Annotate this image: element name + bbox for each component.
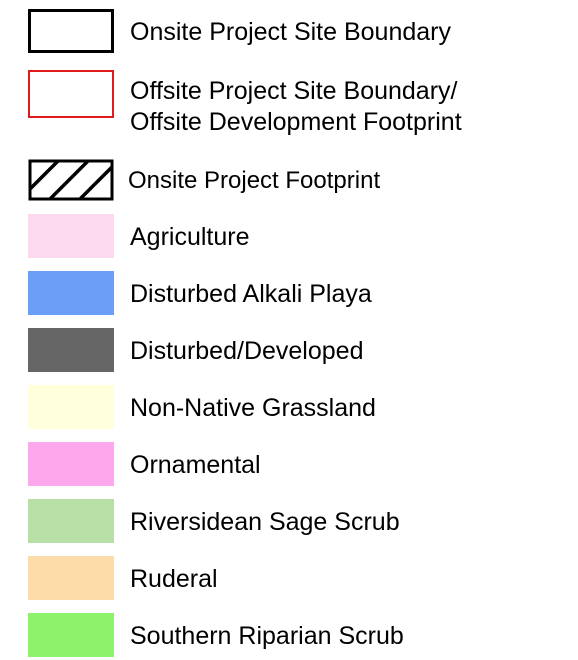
offsite-boundary-swatch	[28, 70, 114, 118]
legend-label: Non-Native Grassland	[130, 394, 376, 422]
legend-label: Onsite Project Site Boundary	[130, 18, 451, 46]
southern-riparian-scrub-swatch	[28, 613, 114, 657]
map-legend: Onsite Project Site Boundary Offsite Pro…	[0, 0, 578, 660]
legend-label: Ruderal	[130, 565, 218, 593]
legend-label: Riversidean Sage Scrub	[130, 508, 400, 536]
riversidean-sage-scrub-swatch	[28, 499, 114, 543]
ornamental-swatch	[28, 442, 114, 486]
non-native-grassland-swatch	[28, 385, 114, 429]
legend-label: Offsite Project Site Boundary/ Offsite D…	[130, 77, 462, 136]
hatched-footprint-swatch	[28, 159, 114, 201]
legend-label: Disturbed Alkali Playa	[130, 280, 372, 308]
legend-label: Onsite Project Footprint	[128, 167, 381, 194]
agriculture-swatch	[28, 214, 114, 258]
disturbed-developed-swatch	[28, 328, 114, 372]
legend-label: Ornamental	[130, 451, 261, 479]
onsite-boundary-swatch	[28, 9, 114, 53]
ruderal-swatch	[28, 556, 114, 600]
disturbed-alkali-playa-swatch	[28, 271, 114, 315]
legend-label: Southern Riparian Scrub	[130, 622, 404, 650]
legend-label: Disturbed/Developed	[130, 337, 364, 365]
legend-label: Agriculture	[130, 223, 250, 251]
